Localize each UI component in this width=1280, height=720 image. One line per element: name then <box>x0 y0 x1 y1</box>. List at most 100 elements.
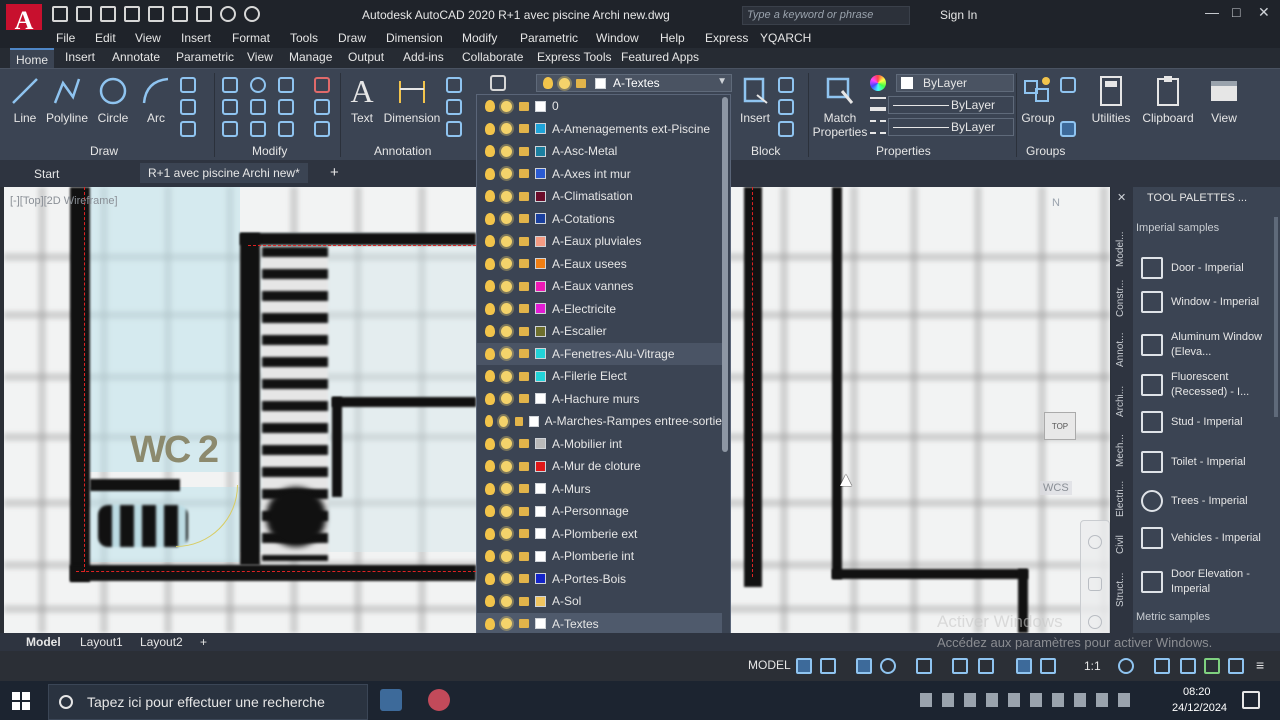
tab-view[interactable]: View <box>247 50 273 64</box>
layer-properties-icon[interactable] <box>490 75 506 91</box>
sign-in-link[interactable]: Sign In <box>940 8 977 22</box>
sun-icon[interactable] <box>501 258 512 270</box>
lightbulb-icon[interactable] <box>485 212 495 225</box>
layer-row[interactable]: A-Mur de cloture <box>477 455 722 478</box>
polar-icon[interactable] <box>880 658 896 674</box>
palette-item-window[interactable]: Window - Imperial <box>1141 291 1271 313</box>
scale-icon[interactable] <box>250 121 266 137</box>
unlock-icon[interactable] <box>519 551 529 561</box>
print-icon[interactable] <box>196 6 212 22</box>
hatch-icon[interactable] <box>180 99 196 115</box>
utilities-button[interactable]: Utilities <box>1088 75 1134 125</box>
sun-icon[interactable] <box>501 190 512 202</box>
new-icon[interactable] <box>52 6 68 22</box>
view-button[interactable]: View <box>1206 75 1242 125</box>
layer-row[interactable]: A-Asc-Metal <box>477 140 722 163</box>
edit-attributes-icon[interactable] <box>778 121 794 137</box>
linetype-combo[interactable]: ByLayer <box>888 118 1014 136</box>
layer-row[interactable]: A-Marches-Rampes entree-sortie <box>477 410 722 433</box>
lightbulb-icon[interactable] <box>485 122 495 135</box>
edit-block-icon[interactable] <box>778 99 794 115</box>
palette-tab-annotation[interactable]: Annot... <box>1115 333 1126 367</box>
move-icon[interactable] <box>222 77 238 93</box>
unlock-icon[interactable] <box>519 304 529 314</box>
tab-home[interactable]: Home <box>10 48 55 68</box>
sun-icon[interactable] <box>501 168 512 180</box>
grid-icon[interactable] <box>796 658 812 674</box>
sun-icon[interactable] <box>501 483 512 495</box>
layer-row[interactable]: A-Amenagements ext-Piscine <box>477 118 722 141</box>
palette-item-toilet[interactable]: Toilet - Imperial <box>1141 451 1271 473</box>
palette-item-trees[interactable]: Trees - Imperial <box>1141 490 1271 512</box>
lightbulb-icon[interactable] <box>485 190 495 203</box>
tab-annotate[interactable]: Annotate <box>112 50 160 64</box>
unlock-icon[interactable] <box>519 101 529 111</box>
sun-icon[interactable] <box>501 505 512 517</box>
layer-row[interactable]: A-Filerie Elect <box>477 365 722 388</box>
menu-express[interactable]: Express <box>705 31 748 45</box>
unlock-icon[interactable] <box>519 281 529 291</box>
taskbar-app-icon[interactable] <box>380 689 402 711</box>
lightbulb-icon[interactable] <box>485 482 495 495</box>
palette-item-aluminum-window[interactable]: Aluminum Window (Eleva... <box>1141 330 1271 360</box>
lightbulb-icon[interactable] <box>485 257 495 270</box>
palette-tab-mechanical[interactable]: Mech... <box>1115 434 1126 467</box>
dimension-button[interactable]: Dimension <box>382 75 442 125</box>
leader-icon[interactable] <box>446 99 462 115</box>
tab-addins[interactable]: Add-ins <box>403 50 444 64</box>
new-tab-icon[interactable]: + <box>330 164 339 181</box>
layer-row[interactable]: A-Cotations <box>477 208 722 231</box>
unlock-icon[interactable] <box>519 146 529 156</box>
save-icon[interactable] <box>100 6 116 22</box>
lightbulb-icon[interactable] <box>485 347 495 360</box>
annotation-monitor-icon[interactable] <box>1154 658 1170 674</box>
palette-tab-constraints[interactable]: Constr... <box>1115 280 1126 317</box>
layer-row[interactable]: A-Axes int mur <box>477 163 722 186</box>
unlock-icon[interactable] <box>519 349 529 359</box>
lightbulb-icon[interactable] <box>485 370 495 383</box>
viewcube[interactable]: TOP <box>1044 412 1076 440</box>
match-properties-button[interactable]: Match Properties <box>812 75 868 139</box>
palette-scrollbar[interactable] <box>1274 217 1278 417</box>
isolate-icon[interactable] <box>1228 658 1244 674</box>
web-open-icon[interactable] <box>148 6 164 22</box>
group-button[interactable]: Group <box>1020 75 1056 125</box>
offset-icon[interactable] <box>314 121 330 137</box>
lightbulb-icon[interactable] <box>485 302 495 315</box>
palette-item-door[interactable]: Door - Imperial <box>1141 257 1271 279</box>
layer-row[interactable]: A-Climatisation <box>477 185 722 208</box>
palette-close-icon[interactable]: ✕ <box>1117 191 1126 204</box>
osnap-icon[interactable] <box>952 658 968 674</box>
web-save-icon[interactable] <box>172 6 188 22</box>
sun-icon[interactable] <box>501 325 512 337</box>
lightbulb-icon[interactable] <box>485 145 495 158</box>
menu-dimension[interactable]: Dimension <box>386 31 443 45</box>
tab-featured-apps[interactable]: Featured Apps <box>621 50 699 64</box>
menu-format[interactable]: Format <box>232 31 270 45</box>
rotate-icon[interactable] <box>250 77 266 93</box>
sun-icon[interactable] <box>501 618 512 630</box>
create-block-icon[interactable] <box>778 77 794 93</box>
lightbulb-icon[interactable] <box>485 595 495 608</box>
sun-icon[interactable] <box>501 370 512 382</box>
unlock-icon[interactable] <box>519 236 529 246</box>
annotation-visibility-icon[interactable] <box>1016 658 1032 674</box>
layer-row[interactable]: A-Personnage <box>477 500 722 523</box>
unlock-icon[interactable] <box>515 416 524 426</box>
sun-icon[interactable] <box>501 550 512 562</box>
lightbulb-icon[interactable] <box>485 550 495 563</box>
lightbulb-icon[interactable] <box>485 235 495 248</box>
annotation-scale[interactable]: 1:1 <box>1084 659 1101 673</box>
layer-combo[interactable]: A-Textes ▼ <box>536 74 732 92</box>
autoscale-icon[interactable] <box>1040 658 1056 674</box>
zoom-icon[interactable] <box>1088 615 1102 629</box>
taskbar-search[interactable]: Tapez ici pour effectuer une recherche <box>48 684 368 720</box>
layer-row[interactable]: A-Murs <box>477 478 722 501</box>
menu-help[interactable]: Help <box>660 31 685 45</box>
stretch-icon[interactable] <box>222 121 238 137</box>
tab-collaborate[interactable]: Collaborate <box>462 50 523 64</box>
fillet-icon[interactable] <box>278 99 294 115</box>
doc-tab-start[interactable]: Start <box>34 167 59 181</box>
lightbulb-icon[interactable] <box>485 280 495 293</box>
unlock-icon[interactable] <box>519 596 529 606</box>
